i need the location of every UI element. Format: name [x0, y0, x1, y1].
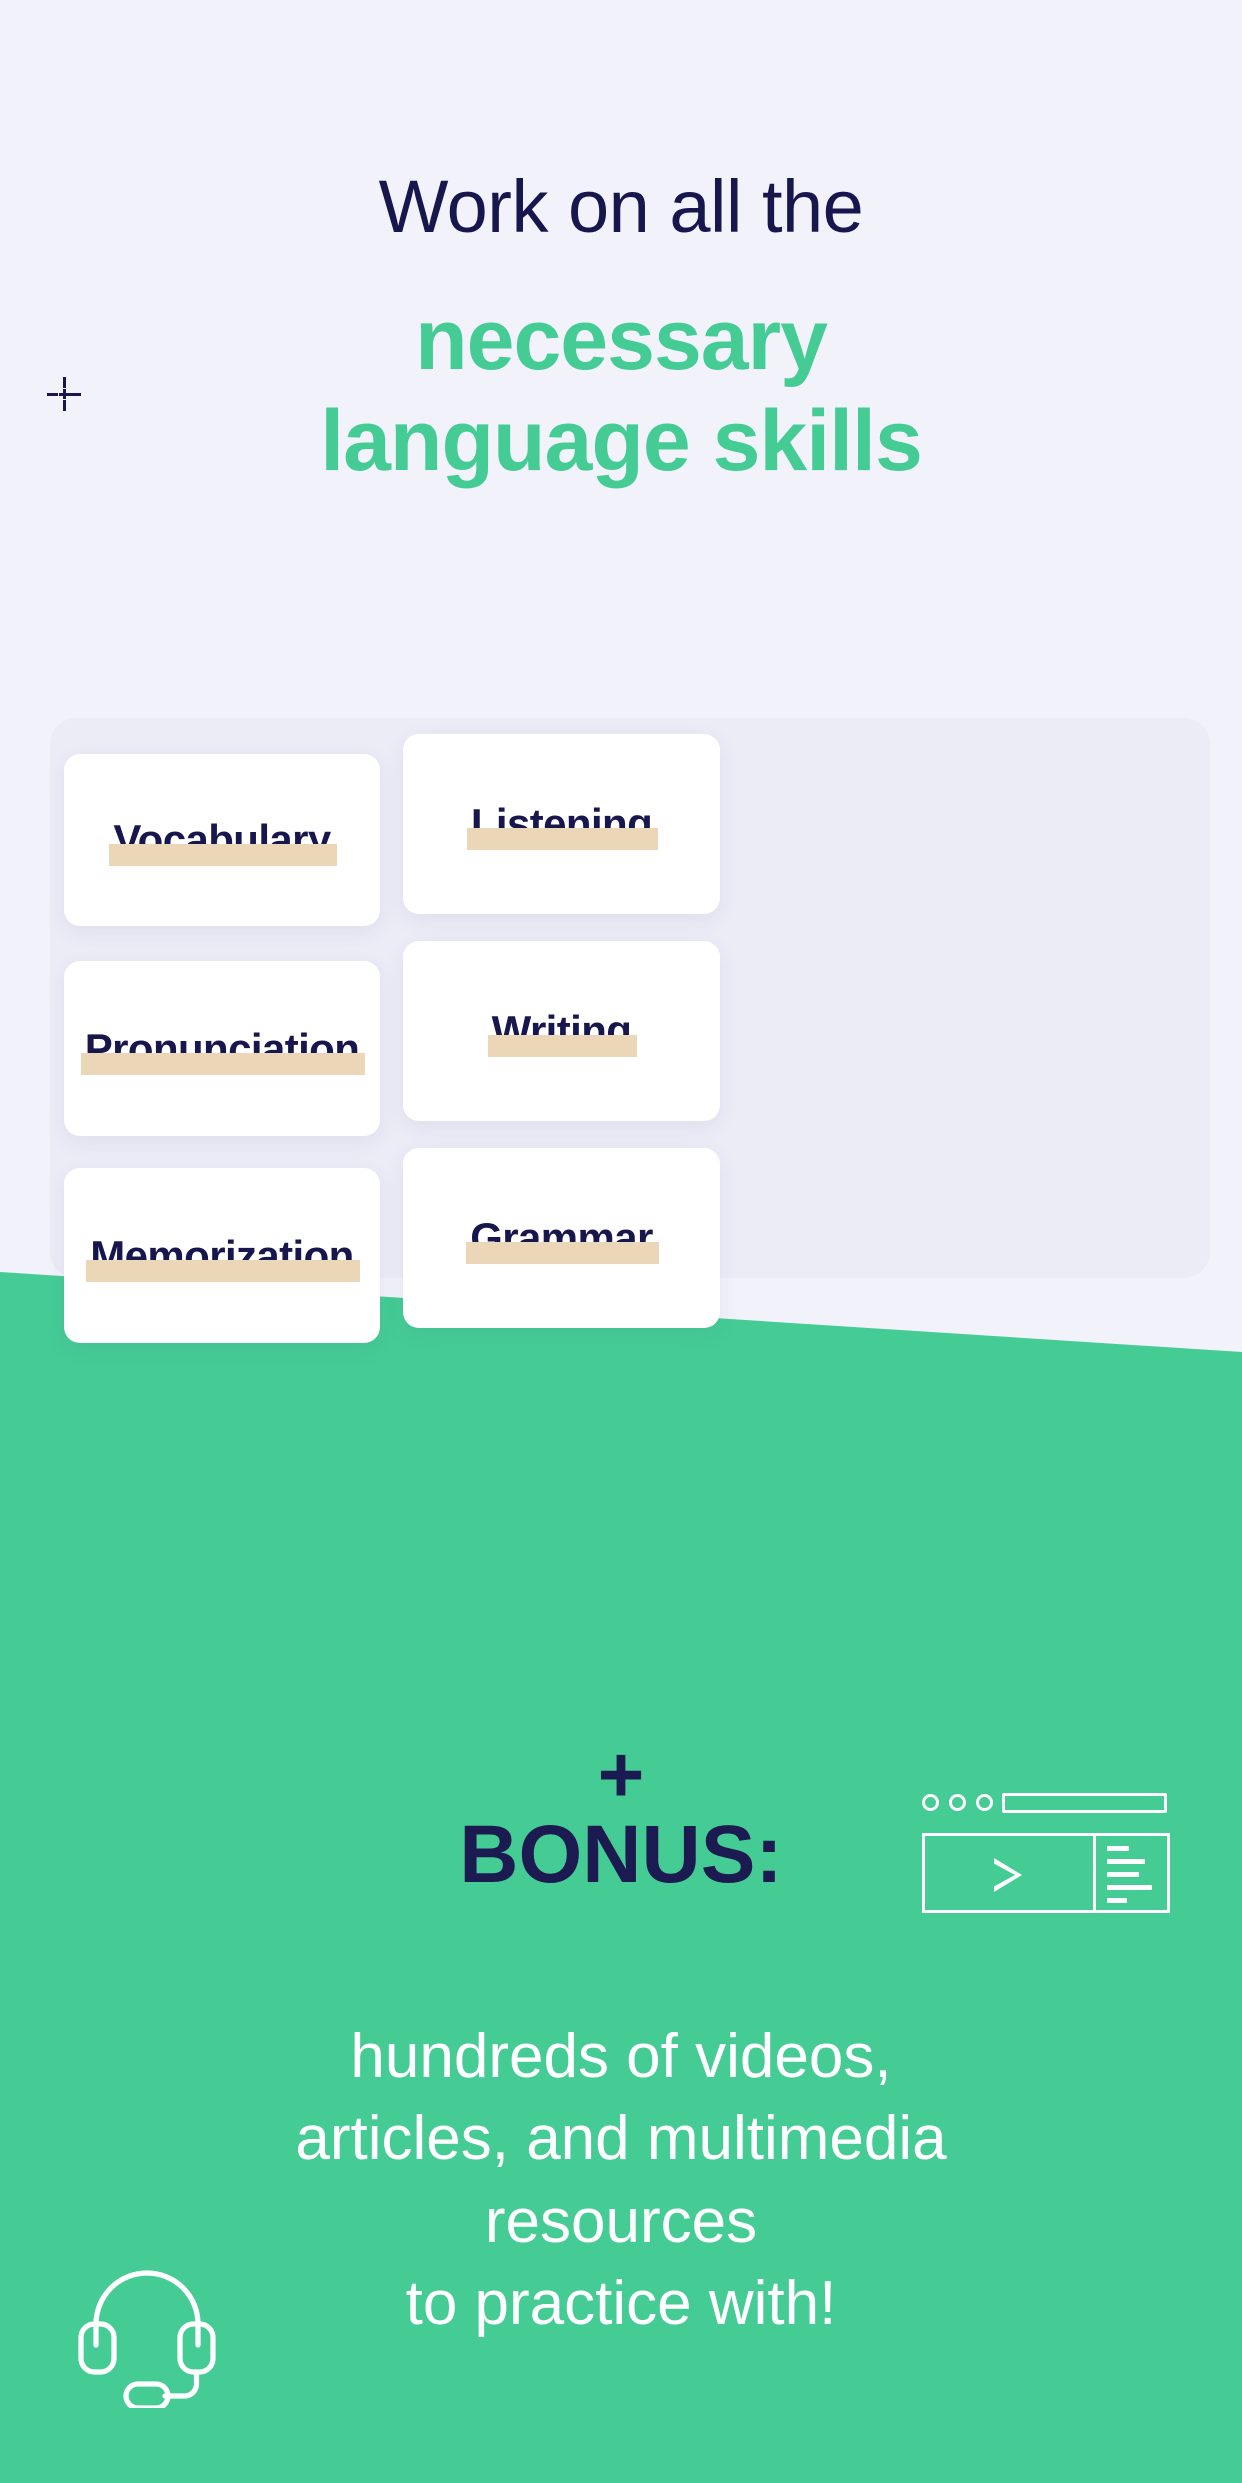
skill-card-listening[interactable]: Listening [403, 734, 720, 914]
skill-card-label: Listening [466, 800, 659, 850]
skill-card-writing[interactable]: Writing [403, 941, 720, 1121]
label-highlight-bar [86, 1259, 360, 1282]
skill-card-grammar[interactable]: Grammar [403, 1148, 720, 1328]
skill-card-label: Memorization [86, 1232, 360, 1282]
bonus-title: BONUS: [459, 1809, 783, 1900]
footer-line-3: resources [484, 2186, 758, 2256]
skill-card-label: Vocabulary [109, 816, 337, 866]
skill-card-label: Writing [487, 1007, 638, 1057]
footer-line-2: articles, and multimedia [295, 2104, 947, 2174]
skill-card-memorization[interactable]: Memorization [64, 1168, 380, 1343]
label-highlight-bar [80, 1052, 366, 1075]
skill-card-pronunciation[interactable]: Pronunciation [64, 961, 380, 1136]
poster-canvas: Work on all the necessary language skill… [0, 0, 1242, 2483]
label-highlight-bar [109, 844, 337, 866]
label-highlight-bar [487, 1035, 638, 1057]
skill-card-vocabulary[interactable]: Vocabulary [64, 754, 380, 926]
footer-line-1: hundreds of videos, [350, 2022, 892, 2091]
skill-card-label: Grammar [466, 1214, 659, 1264]
label-highlight-bar [466, 828, 659, 850]
label-highlight-bar [466, 1242, 659, 1264]
skill-card-label: Pronunciation [80, 1025, 366, 1075]
headset-icon [78, 2270, 216, 2408]
browser-video-icon [922, 1788, 1170, 1913]
